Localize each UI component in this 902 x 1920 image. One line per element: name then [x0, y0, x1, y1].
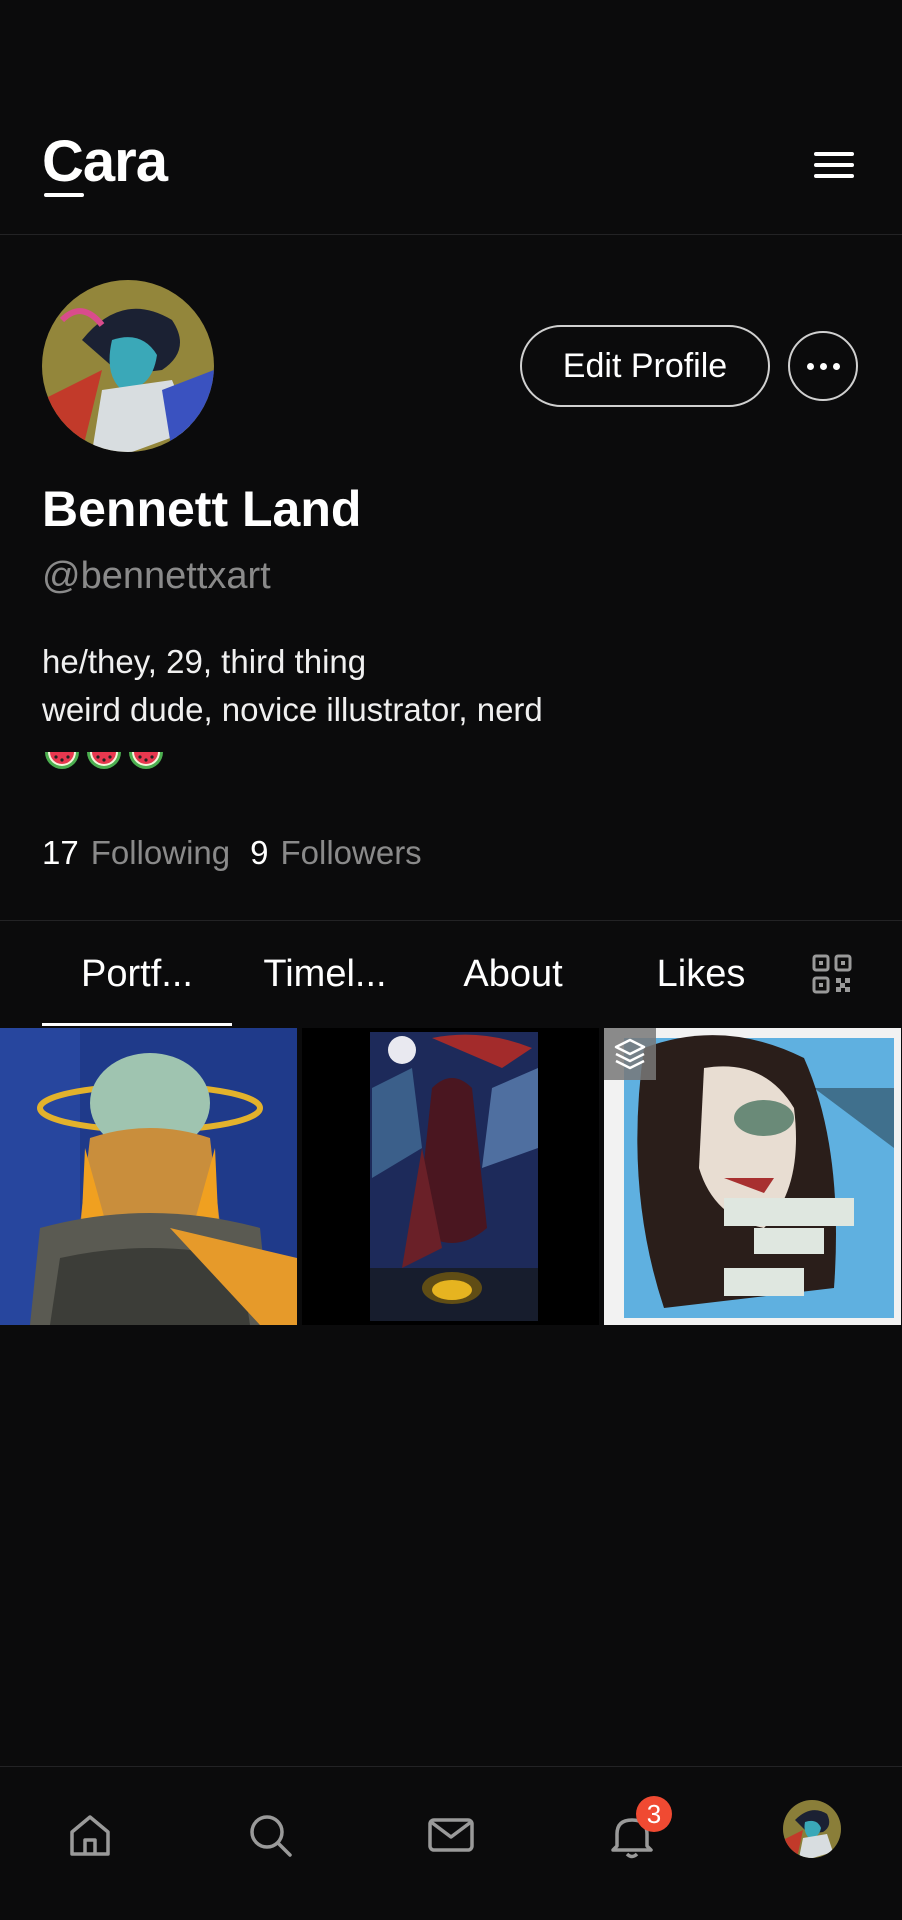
profile-bio: he/they, 29, third thing weird dude, nov… — [42, 638, 543, 734]
following-count[interactable]: 17 — [42, 834, 79, 872]
profile-tabs: Portf... Timel... About Likes — [0, 920, 902, 1028]
profile-avatar[interactable] — [42, 280, 214, 452]
followers-count[interactable]: 9 — [250, 834, 268, 872]
followers-label[interactable]: Followers — [280, 834, 421, 872]
portfolio-item[interactable] — [604, 1028, 901, 1325]
portfolio-item[interactable] — [302, 1028, 599, 1325]
bio-line: weird dude, novice illustrator, nerd — [42, 691, 543, 728]
messages-icon[interactable] — [423, 1807, 479, 1863]
watermelon-icon — [45, 752, 79, 769]
home-icon[interactable] — [62, 1807, 118, 1863]
qr-code-icon[interactable] — [812, 954, 852, 994]
search-icon[interactable] — [242, 1807, 298, 1863]
profile-nav-avatar[interactable] — [783, 1800, 841, 1858]
watermelon-icon — [87, 752, 121, 769]
portfolio-item[interactable] — [0, 1028, 297, 1325]
bio-emoji-row — [42, 738, 166, 778]
following-label[interactable]: Following — [91, 834, 230, 872]
profile-name: Bennett Land — [42, 481, 362, 537]
follow-stats: 17 Following 9 Followers — [42, 834, 430, 872]
tab-about[interactable]: About — [418, 953, 608, 996]
notification-badge: 3 — [636, 1796, 672, 1832]
watermelon-icon — [129, 752, 163, 769]
layers-icon — [604, 1028, 656, 1080]
top-bar: Cara — [0, 0, 902, 235]
bottom-navigation — [0, 1766, 902, 1920]
active-tab-indicator — [42, 1023, 232, 1026]
tab-timeline[interactable]: Timel... — [230, 953, 420, 996]
tab-likes[interactable]: Likes — [606, 953, 796, 996]
cara-logo[interactable]: Cara — [42, 128, 168, 195]
tab-portfolio[interactable]: Portf... — [42, 953, 232, 996]
profile-handle: @bennettxart — [42, 555, 271, 597]
bio-line: he/they, 29, third thing — [42, 643, 367, 680]
hamburger-menu-icon[interactable] — [814, 152, 854, 184]
edit-profile-button[interactable]: Edit Profile — [520, 325, 770, 407]
more-options-icon[interactable] — [788, 331, 858, 401]
logo-underline — [44, 193, 84, 197]
portfolio-grid — [0, 1028, 902, 1325]
